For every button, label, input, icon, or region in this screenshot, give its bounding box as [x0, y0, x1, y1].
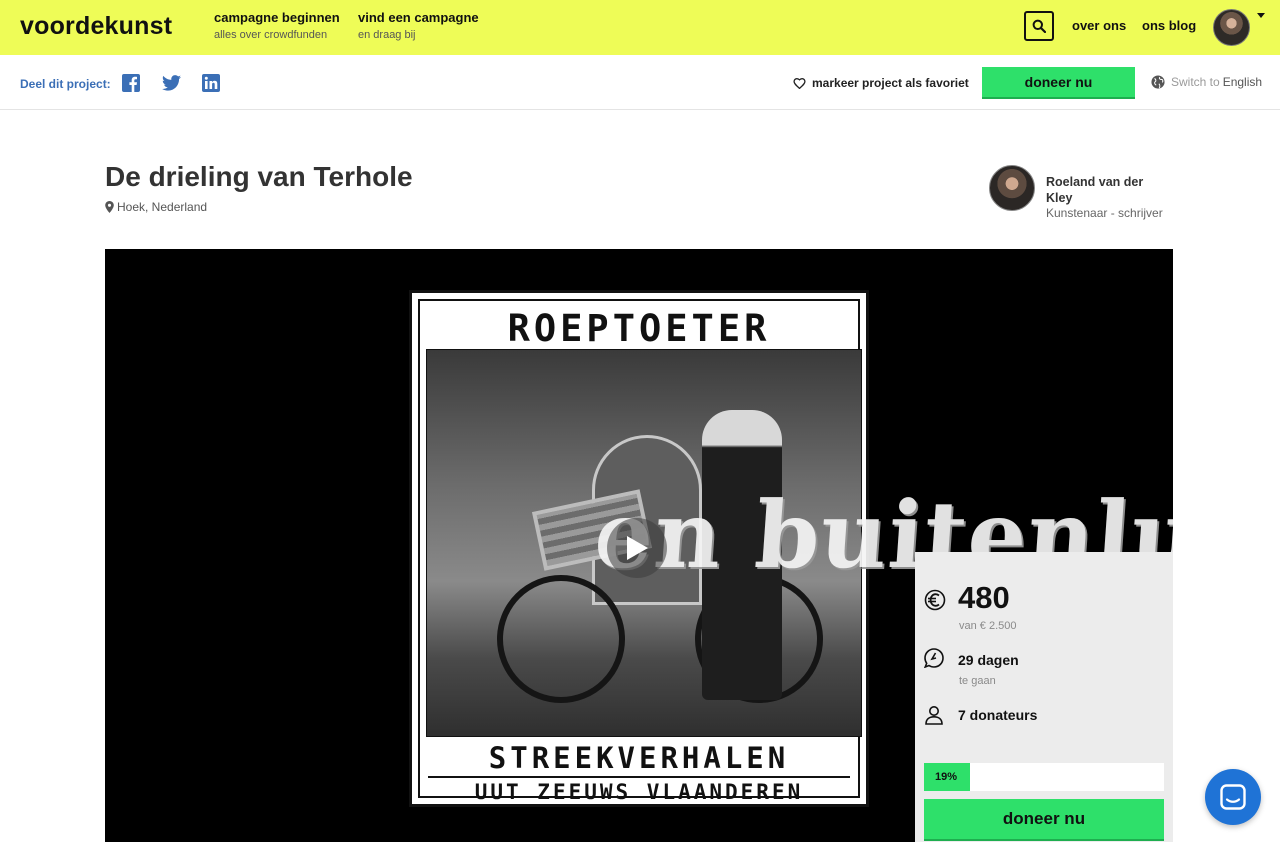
days-left-label: te gaan	[959, 675, 996, 687]
euro-icon	[924, 589, 946, 611]
language-prefix: Switch to	[1171, 75, 1220, 89]
project-location: Hoek, Nederland	[105, 200, 207, 214]
globe-icon	[1151, 75, 1165, 89]
funding-goal: van € 2.500	[959, 620, 1017, 632]
amount-raised: 480	[958, 580, 1010, 615]
nav-vind-een-campagne[interactable]: vind een campagne en draag bij	[358, 10, 479, 41]
share-label: Deel dit project:	[20, 77, 111, 91]
chevron-down-icon[interactable]	[1257, 13, 1265, 18]
nav-main-label[interactable]: vind een campagne	[358, 10, 479, 25]
donate-button-header[interactable]: doneer nu	[982, 67, 1135, 97]
project-location-text: Hoek, Nederland	[117, 200, 208, 214]
creator-avatar[interactable]	[989, 165, 1035, 211]
poster-divider	[428, 776, 850, 778]
chat-launcher[interactable]	[1205, 769, 1261, 825]
photo-bike-wheel	[497, 575, 625, 703]
funding-progress-bar: 19%	[924, 763, 1164, 791]
campaign-stats-panel: 480 van € 2.500 29 dagen te gaan 7 donat…	[915, 552, 1173, 842]
play-icon	[627, 536, 648, 560]
days-left: 29 dagen	[958, 652, 1019, 668]
nav-sub-label: en draag bij	[358, 29, 416, 41]
twitter-icon[interactable]	[162, 74, 181, 92]
user-avatar[interactable]	[1213, 9, 1250, 46]
favorite-label: markeer project als favoriet	[812, 76, 969, 90]
share-bar: Deel dit project: markeer project als fa…	[0, 55, 1280, 110]
language-switch[interactable]: Switch to English	[1151, 75, 1262, 89]
map-pin-icon	[105, 201, 114, 213]
donor-count: 7 donateurs	[958, 707, 1038, 723]
site-logo[interactable]: voordekunst	[20, 12, 172, 41]
poster-subtitle-2: UUT ZEEUWS VLAANDEREN	[474, 780, 804, 804]
person-icon	[925, 706, 943, 725]
linkedin-icon[interactable]	[202, 74, 220, 92]
progress-percentage: 19%	[935, 771, 958, 783]
search-button[interactable]	[1024, 11, 1054, 41]
language-target[interactable]: English	[1223, 75, 1262, 89]
facebook-icon[interactable]	[122, 74, 140, 92]
nav-link-ons-blog[interactable]: ons blog	[1142, 18, 1196, 33]
nav-campagne-beginnen[interactable]: campagne beginnen alles over crowdfunden	[214, 10, 340, 41]
creator-role: Kunstenaar - schrijver	[1046, 206, 1163, 220]
poster-title: ROEPTOETER	[507, 307, 771, 350]
clock-icon	[924, 648, 944, 668]
search-icon	[1032, 19, 1046, 33]
favorite-link[interactable]: markeer project als favoriet	[793, 76, 969, 90]
nav-sub-label: alles over crowdfunden	[214, 29, 328, 41]
nav-main-label[interactable]: campagne beginnen	[214, 10, 340, 25]
play-button[interactable]	[607, 518, 667, 578]
chat-icon	[1220, 784, 1246, 810]
poster-subtitle: STREEKVERHALEN	[488, 741, 790, 775]
heart-icon	[793, 78, 806, 89]
donate-button-panel[interactable]: doneer nu	[924, 799, 1164, 839]
nav-link-over-ons[interactable]: over ons	[1072, 18, 1126, 33]
top-navigation-bar: voordekunst campagne beginnen alles over…	[0, 0, 1280, 55]
creator-name[interactable]: Roeland van der Kley	[1046, 174, 1166, 206]
project-title: De drieling van Terhole	[105, 161, 413, 192]
